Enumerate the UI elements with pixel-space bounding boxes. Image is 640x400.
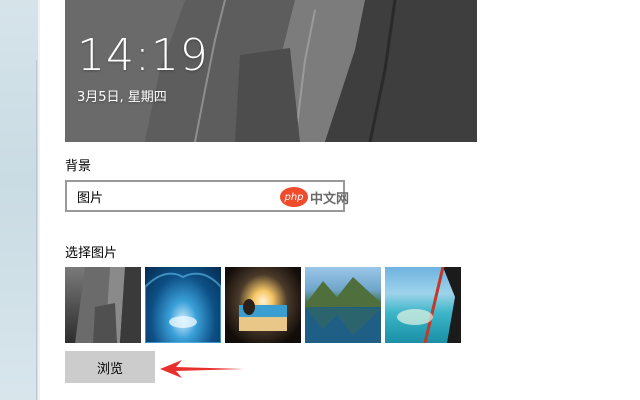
browse-button[interactable]: 浏览: [65, 351, 155, 383]
thumbnail-ice-cave[interactable]: [145, 267, 221, 343]
mountain-lake-thumb-graphic: [305, 277, 381, 343]
cliff-rock-thumb-graphic: [75, 267, 141, 343]
red-arrow-annotation: [160, 360, 244, 378]
sea-cave-thumb-graphic: [239, 299, 287, 331]
thumbnail-mountain-lake[interactable]: [305, 267, 381, 343]
lock-screen-time: 14:19: [77, 30, 209, 81]
background-select-value: 图片: [77, 191, 104, 206]
picture-thumbnails: [65, 267, 461, 343]
scrollbar-track[interactable]: [36, 60, 37, 400]
tropical-coast-thumb-graphic: [397, 267, 461, 343]
window-edge: [38, 0, 40, 400]
ice-cave-thumb-graphic: [145, 272, 221, 343]
thumbnail-tropical-coast[interactable]: [385, 267, 461, 343]
choose-picture-label: 选择图片: [65, 246, 118, 261]
watermark: php 中文网: [280, 187, 349, 207]
watermark-text: 中文网: [310, 191, 350, 207]
background-label: 背景: [65, 159, 92, 174]
php-logo-icon: php: [280, 187, 308, 207]
lock-screen-preview: 14:19 3月5日, 星期四: [65, 0, 477, 142]
lock-screen-date: 3月5日, 星期四: [77, 90, 167, 105]
background-window-sliver: [0, 0, 38, 400]
thumbnail-sea-cave-beach[interactable]: [225, 267, 301, 343]
thumbnail-cliff-rock[interactable]: [65, 267, 141, 343]
